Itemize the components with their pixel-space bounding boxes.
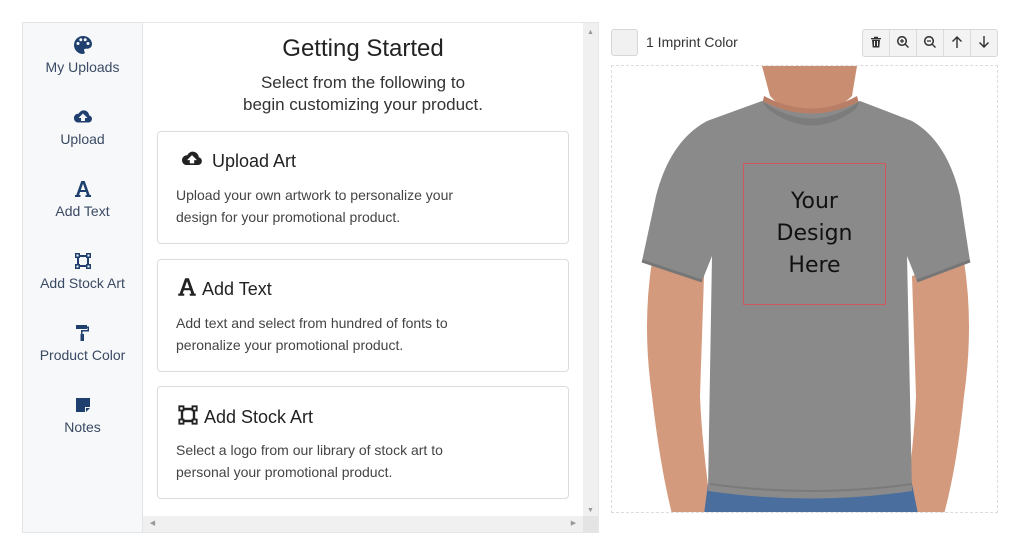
- add-text-card[interactable]: Add Text Add text and select from hundre…: [157, 259, 569, 372]
- scroll-right-arrow-icon[interactable]: ▶: [566, 516, 581, 532]
- sidebar-item-label: Upload: [60, 131, 105, 147]
- card-desc-line: Upload your own artwork to personalize y…: [176, 187, 454, 203]
- design-text-line: Your: [791, 189, 838, 214]
- upload-art-card[interactable]: Upload Art Upload your own artwork to pe…: [157, 131, 569, 244]
- page-title: Getting Started: [282, 35, 444, 62]
- arrow-down-icon: [978, 35, 990, 51]
- trash-icon: [870, 36, 882, 51]
- vector-square-icon: [176, 403, 200, 432]
- sidebar-item-label: Add Stock Art: [40, 275, 125, 291]
- horizontal-scrollbar[interactable]: ◀ ▶: [143, 516, 583, 532]
- sidebar-item-label: My Uploads: [45, 59, 120, 75]
- sidebar-item-label: Product Color: [39, 347, 126, 363]
- card-desc-line: Select a logo from our library of stock …: [176, 442, 443, 458]
- subtitle-line: begin customizing your product.: [242, 95, 484, 114]
- design-placeholder-text: Your Design Here: [777, 186, 853, 282]
- zoom-in-button[interactable]: [890, 30, 917, 56]
- cloud-upload-icon: [23, 107, 142, 129]
- zoom-out-button[interactable]: [917, 30, 944, 56]
- design-text-line: Design: [776, 221, 853, 246]
- card-desc-line: design for your promotional product.: [176, 209, 401, 225]
- scroll-left-arrow-icon[interactable]: ◀: [145, 516, 160, 532]
- vertical-scrollbar[interactable]: ▲ ▼: [583, 23, 598, 518]
- getting-started-panel: Getting Started Select from the followin…: [143, 22, 599, 533]
- sidebar-item-product-color[interactable]: Product Color: [23, 323, 142, 363]
- imprint-color-swatch[interactable]: [611, 29, 638, 56]
- vector-square-icon: [23, 251, 142, 273]
- card-title: Upload Art: [212, 151, 297, 171]
- zoom-out-icon: [924, 35, 936, 51]
- subtitle-line: Select from the following to: [260, 73, 466, 92]
- design-placeholder-area[interactable]: Your Design Here: [743, 163, 886, 305]
- page-subtitle: Select from the following to begin custo…: [143, 72, 583, 116]
- card-description: Upload your own artwork to personalize y…: [176, 184, 496, 228]
- sidebar-item-add-stock-art[interactable]: Add Stock Art: [23, 251, 142, 291]
- sidebar-item-upload[interactable]: Upload: [23, 107, 142, 147]
- sidebar-item-label: Notes: [64, 419, 101, 435]
- card-desc-line: personal your promotional product.: [176, 464, 393, 480]
- card-description: Select a logo from our library of stock …: [176, 439, 496, 483]
- palette-icon: [23, 35, 142, 57]
- design-toolbar: [862, 29, 998, 57]
- move-down-button[interactable]: [971, 30, 997, 56]
- card-desc-line: peronalize your promotional product.: [176, 337, 404, 353]
- font-icon: [176, 276, 198, 303]
- sticky-note-icon: [23, 395, 142, 417]
- sidebar-item-label: Add Text: [55, 203, 110, 219]
- tool-sidebar: My Uploads Upload Add Text Add Stock Art…: [22, 22, 143, 533]
- sidebar-item-add-text[interactable]: Add Text: [23, 179, 142, 219]
- paint-roller-icon: [23, 323, 142, 345]
- product-preview-canvas[interactable]: Your Design Here: [611, 65, 998, 513]
- card-desc-line: Add text and select from hundred of font…: [176, 315, 448, 331]
- card-description: Add text and select from hundred of font…: [176, 312, 496, 356]
- card-title: Add Text: [202, 279, 272, 299]
- card-title: Add Stock Art: [204, 407, 314, 427]
- sidebar-item-my-uploads[interactable]: My Uploads: [23, 35, 142, 75]
- delete-button[interactable]: [863, 30, 890, 56]
- scroll-up-arrow-icon[interactable]: ▲: [583, 25, 598, 40]
- sidebar-item-notes[interactable]: Notes: [23, 395, 142, 435]
- move-up-button[interactable]: [944, 30, 971, 56]
- font-icon: [23, 179, 142, 201]
- arrow-up-icon: [951, 35, 963, 51]
- cloud-upload-icon: [176, 148, 208, 175]
- imprint-color-label: 1 Imprint Color: [646, 34, 738, 50]
- add-stock-art-card[interactable]: Add Stock Art Select a logo from our lib…: [157, 386, 569, 499]
- zoom-in-icon: [897, 35, 909, 51]
- scrollbar-corner: [583, 516, 598, 532]
- design-text-line: Here: [788, 253, 841, 278]
